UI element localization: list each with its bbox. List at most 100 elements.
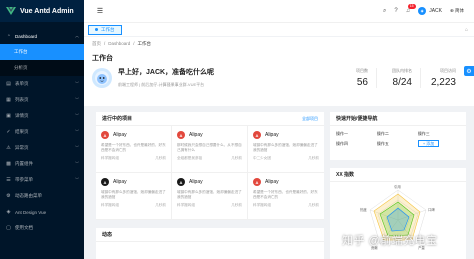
project-item[interactable]: A Alipay 希望是一个好东西，也许是最好的，好东西是不会消亡的 科学搬砖组 几秒前: [96, 126, 172, 173]
all-projects-link[interactable]: 全部项目: [302, 116, 318, 122]
radar-label: 热度: [360, 208, 367, 212]
quick-nav-list: 操作一 操作二 操作三 操作四 操作五 + 添加: [330, 126, 466, 151]
project-name[interactable]: Alipay: [265, 132, 279, 138]
stat-rank: 团队内排名 8/24: [376, 68, 420, 88]
quick-link[interactable]: 操作一: [336, 130, 377, 137]
quick-nav-card: 快速开始/便捷导航 操作一 操作二 操作三 操作四 操作五 + 添加: [330, 112, 466, 160]
breadcrumb-current: 工作台: [137, 41, 152, 46]
sidebar-item-list[interactable]: ▦ 列表页 ﹀: [0, 92, 84, 108]
card-title: XX 指数: [336, 172, 355, 178]
quick-link[interactable]: 操作四: [336, 140, 377, 147]
chevron-down-icon: ﹀: [75, 81, 79, 86]
breadcrumb-item[interactable]: 首页: [92, 41, 101, 47]
gear-icon: ⚙: [466, 68, 472, 75]
card-header: XX 指数: [330, 168, 466, 182]
menu-icon: ☰: [6, 176, 11, 183]
project-team[interactable]: 科学搬砖组: [101, 203, 119, 208]
project-name[interactable]: Alipay: [113, 179, 127, 185]
chevron-down-icon: ﹀: [75, 161, 79, 166]
ant-design-icon: ◈: [6, 208, 11, 215]
card-header: 动态: [96, 228, 324, 242]
project-team[interactable]: 全组都是吴彦祖: [177, 156, 202, 161]
app-title: Vue Antd Admin: [20, 7, 74, 15]
project-date: 几秒前: [308, 156, 319, 160]
project-footer: 科学搬砖组 几秒前: [101, 156, 166, 161]
sidebar-item-workplace[interactable]: 工作台: [0, 44, 84, 60]
project-name[interactable]: Alipay: [113, 132, 127, 138]
app-logo[interactable]: Vue Antd Admin: [0, 0, 84, 22]
project-footer: 科学搬砖组 几秒前: [253, 203, 319, 208]
tabs-bar: 工作台 ⌂: [84, 22, 474, 36]
stat-visits: 项目访问 2,223: [420, 68, 464, 88]
sidebar-item-components[interactable]: ▩ 内置组件 ﹀: [0, 156, 84, 172]
card-title: 动态: [102, 232, 113, 238]
language-switch[interactable]: ⊕ 简体: [450, 8, 464, 14]
sidebar-item-dynamic-route[interactable]: ⚙ 动态路由菜单: [0, 188, 84, 204]
sidebar-item-detail[interactable]: ▣ 详情页 ﹀: [0, 108, 84, 124]
chevron-down-icon: ﹀: [75, 145, 79, 150]
sidebar-item-dashboard[interactable]: ◔ Dashboard ︿: [0, 28, 84, 44]
quick-link[interactable]: 操作三: [418, 130, 459, 137]
project-grid: A Alipay 希望是一个好东西，也许是最好的，好东西是不会消亡的 科学搬砖组 几秒前…: [96, 126, 324, 220]
project-item[interactable]: A Alipay 希望是一个好东西，也许是最好的，好东西是不会消亡的 科学搬砖组 几秒前: [248, 173, 324, 220]
sidebar-item-ant-design-vue[interactable]: ◈ Ant Design Vue: [0, 204, 84, 220]
file-icon: ▢: [6, 224, 11, 231]
stats: 项目数 56 团队内排名 8/24 项目访问 2,223: [332, 68, 464, 88]
card-header: 快速开始/便捷导航: [330, 112, 466, 126]
avatar: [92, 67, 112, 88]
sidebar-item-docs[interactable]: ▢ 使用文档: [0, 220, 84, 236]
sidebar-item-label: 表单页: [15, 81, 29, 86]
quick-link[interactable]: 操作五: [377, 140, 418, 147]
project-header: A Alipay: [177, 131, 242, 139]
project-item[interactable]: A Alipay 城镇中有那么多的酒馆，她却偏偏走进了我的酒馆 中二少女团 几秒前: [248, 126, 324, 173]
stat-projects: 项目数 56: [332, 68, 376, 88]
project-team[interactable]: 中二少女团: [253, 156, 271, 161]
project-date: 几秒前: [231, 156, 242, 160]
sidebar-item-label: Ant Design Vue: [15, 209, 47, 215]
sidebar-item-label: 工作台: [14, 49, 28, 54]
chevron-down-icon: ﹀: [75, 177, 79, 182]
project-team[interactable]: 科学搬砖组: [177, 203, 195, 208]
breadcrumb-item[interactable]: Dashboard: [108, 41, 130, 47]
project-header: A Alipay: [253, 178, 319, 186]
alipay-logo-icon: A: [177, 131, 185, 139]
search-icon[interactable]: ⌕: [383, 8, 386, 15]
dashboard-icon: ◔: [6, 32, 11, 39]
header-actions: ⌕ ? ♫ 15 ◉ JACK ⊕ 简体: [383, 4, 474, 15]
quick-link[interactable]: 操作二: [377, 130, 418, 137]
project-item[interactable]: A Alipay 城镇中有那么多的酒馆，她却偏偏走进了我的酒馆 科学搬砖组 几秒前: [172, 173, 248, 220]
project-team[interactable]: 科学搬砖组: [253, 203, 271, 208]
tabs-more-icon[interactable]: ⌂: [465, 27, 468, 33]
project-date: 几秒前: [231, 203, 242, 207]
sidebar-item-label: 结果页: [15, 129, 29, 134]
sidebar-item-analysis[interactable]: 分析页: [0, 60, 84, 76]
side-menu: ◔ Dashboard ︿ 工作台 分析页 ▤ 表单页 ﹀ ▦ 列表页 ﹀ ▣ …: [0, 22, 84, 236]
project-name[interactable]: Alipay: [189, 179, 203, 185]
chevron-up-icon: ︿: [75, 33, 79, 38]
menu-fold-icon[interactable]: ☰: [92, 7, 108, 15]
sidebar-item-label: 异常页: [15, 145, 29, 150]
project-name[interactable]: Alipay: [189, 132, 203, 138]
appstore-icon: ▩: [6, 160, 11, 167]
welcome-title: 早上好，JACK，准备吃什么呢: [118, 69, 215, 76]
tab-workplace[interactable]: 工作台: [88, 24, 122, 35]
breadcrumb-separator: /: [104, 41, 106, 46]
settings-drawer-button[interactable]: ⚙: [464, 66, 474, 76]
project-team[interactable]: 科学搬砖组: [101, 156, 119, 161]
card-title: 进行中的项目: [102, 116, 133, 122]
project-name[interactable]: Alipay: [265, 179, 279, 185]
project-date: 几秒前: [155, 156, 166, 160]
welcome-subtitle: 前端工程师 | 前后加仔-计算骚果事业群-VUE平台: [118, 82, 205, 87]
stat-value: 8/24: [392, 77, 412, 88]
question-icon[interactable]: ?: [394, 8, 397, 14]
project-item[interactable]: A Alipay 那时候我只会想自己想要什么，从不想自己拥有什么 全组都是吴彦祖 几秒前: [172, 126, 248, 173]
bell-icon[interactable]: ♫ 15: [406, 4, 416, 14]
project-item[interactable]: A Alipay 城镇中有那么多的酒馆，她却偏偏走进了我的酒馆 科学搬砖组 几秒前: [96, 173, 172, 220]
breadcrumb: 首页 / Dashboard / 工作台: [92, 41, 466, 47]
user-menu[interactable]: ◉ JACK: [418, 7, 442, 15]
sidebar-item-result[interactable]: ✓ 结果页 ﹀: [0, 124, 84, 140]
sidebar-item-param-menu[interactable]: ☰ 带参菜单 ﹀: [0, 172, 84, 188]
add-quick-link-button[interactable]: + 添加: [417, 140, 440, 147]
sidebar-item-exception[interactable]: ⚠ 异常页 ﹀: [0, 140, 84, 156]
sidebar-item-form[interactable]: ▤ 表单页 ﹀: [0, 76, 84, 92]
